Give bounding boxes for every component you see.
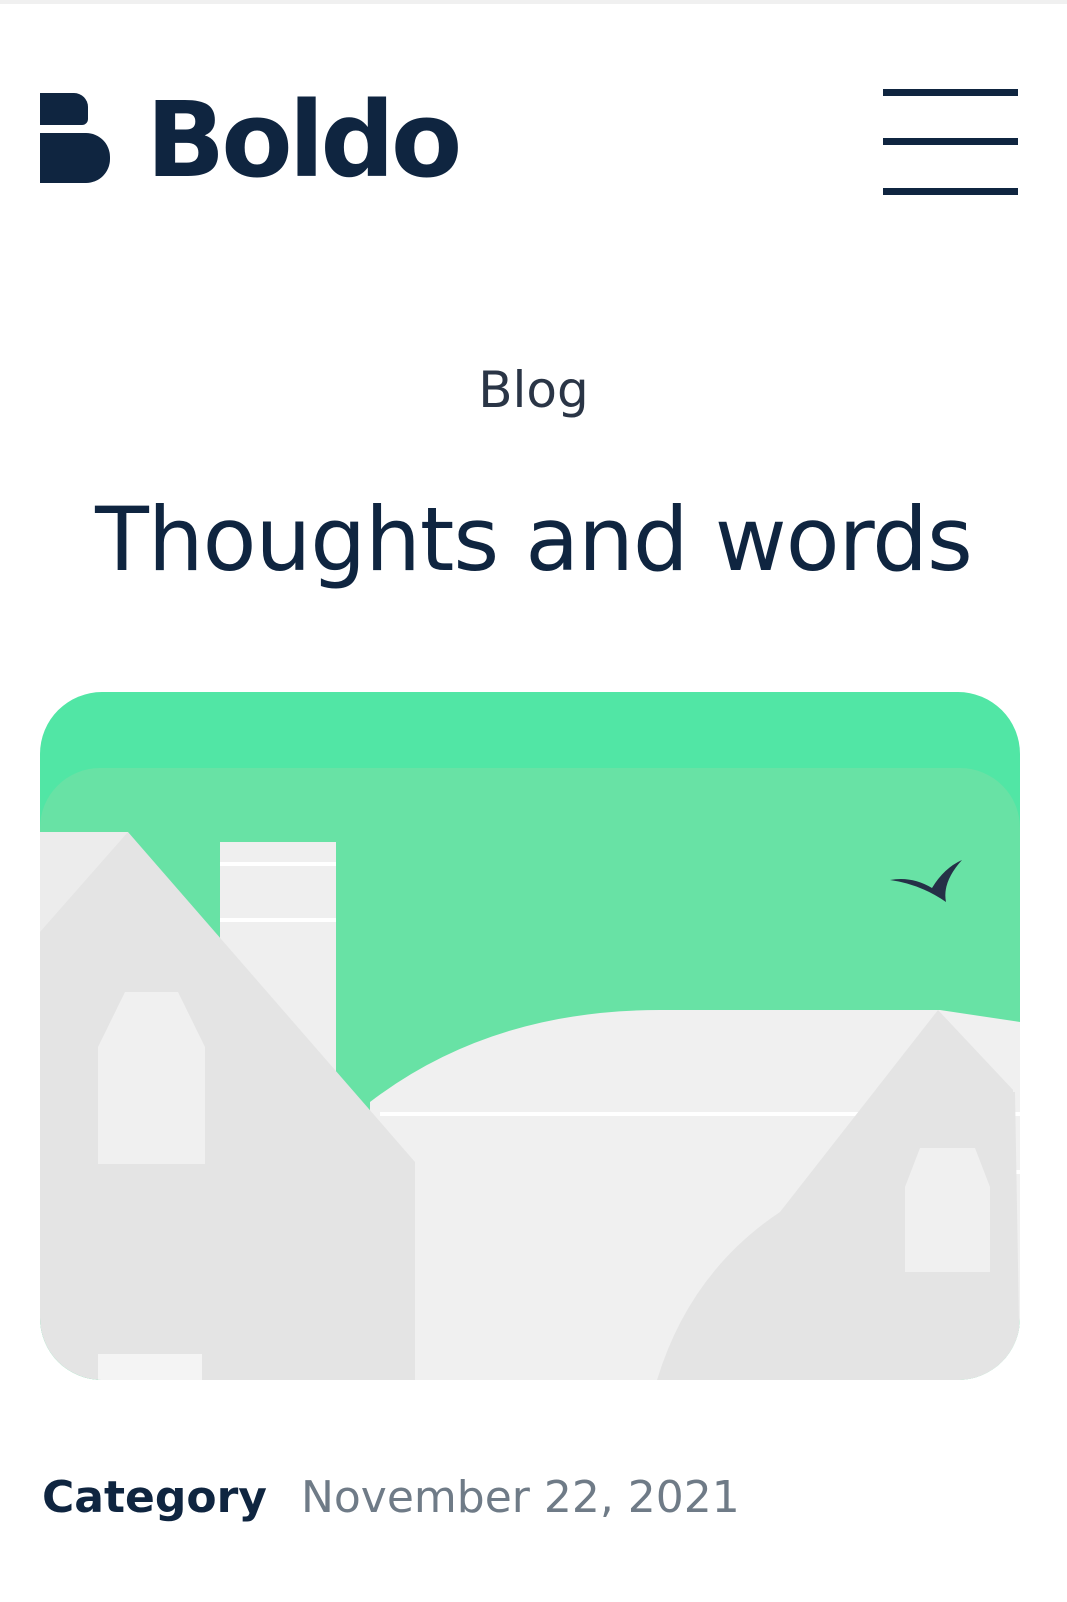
hamburger-menu-button[interactable] (880, 84, 1020, 200)
boldo-logo-icon (40, 93, 110, 183)
post-date: November 22, 2021 (300, 1472, 740, 1523)
menu-bar-top (883, 89, 1018, 96)
post-hero-image[interactable] (40, 692, 1020, 1380)
brand-logo-link[interactable]: Boldo (40, 79, 462, 201)
post-category-link[interactable]: Category (42, 1468, 267, 1528)
post-meta: Category November 22, 2021 (42, 1468, 740, 1528)
site-header: Boldo (0, 0, 1067, 240)
section-eyebrow: Blog (478, 361, 589, 419)
houses-illustration (40, 692, 1020, 1380)
brand-name: Boldo (146, 79, 462, 201)
menu-bar-middle (883, 138, 1018, 145)
page-title: Thoughts and words (95, 488, 973, 591)
menu-bar-bottom (883, 188, 1018, 195)
